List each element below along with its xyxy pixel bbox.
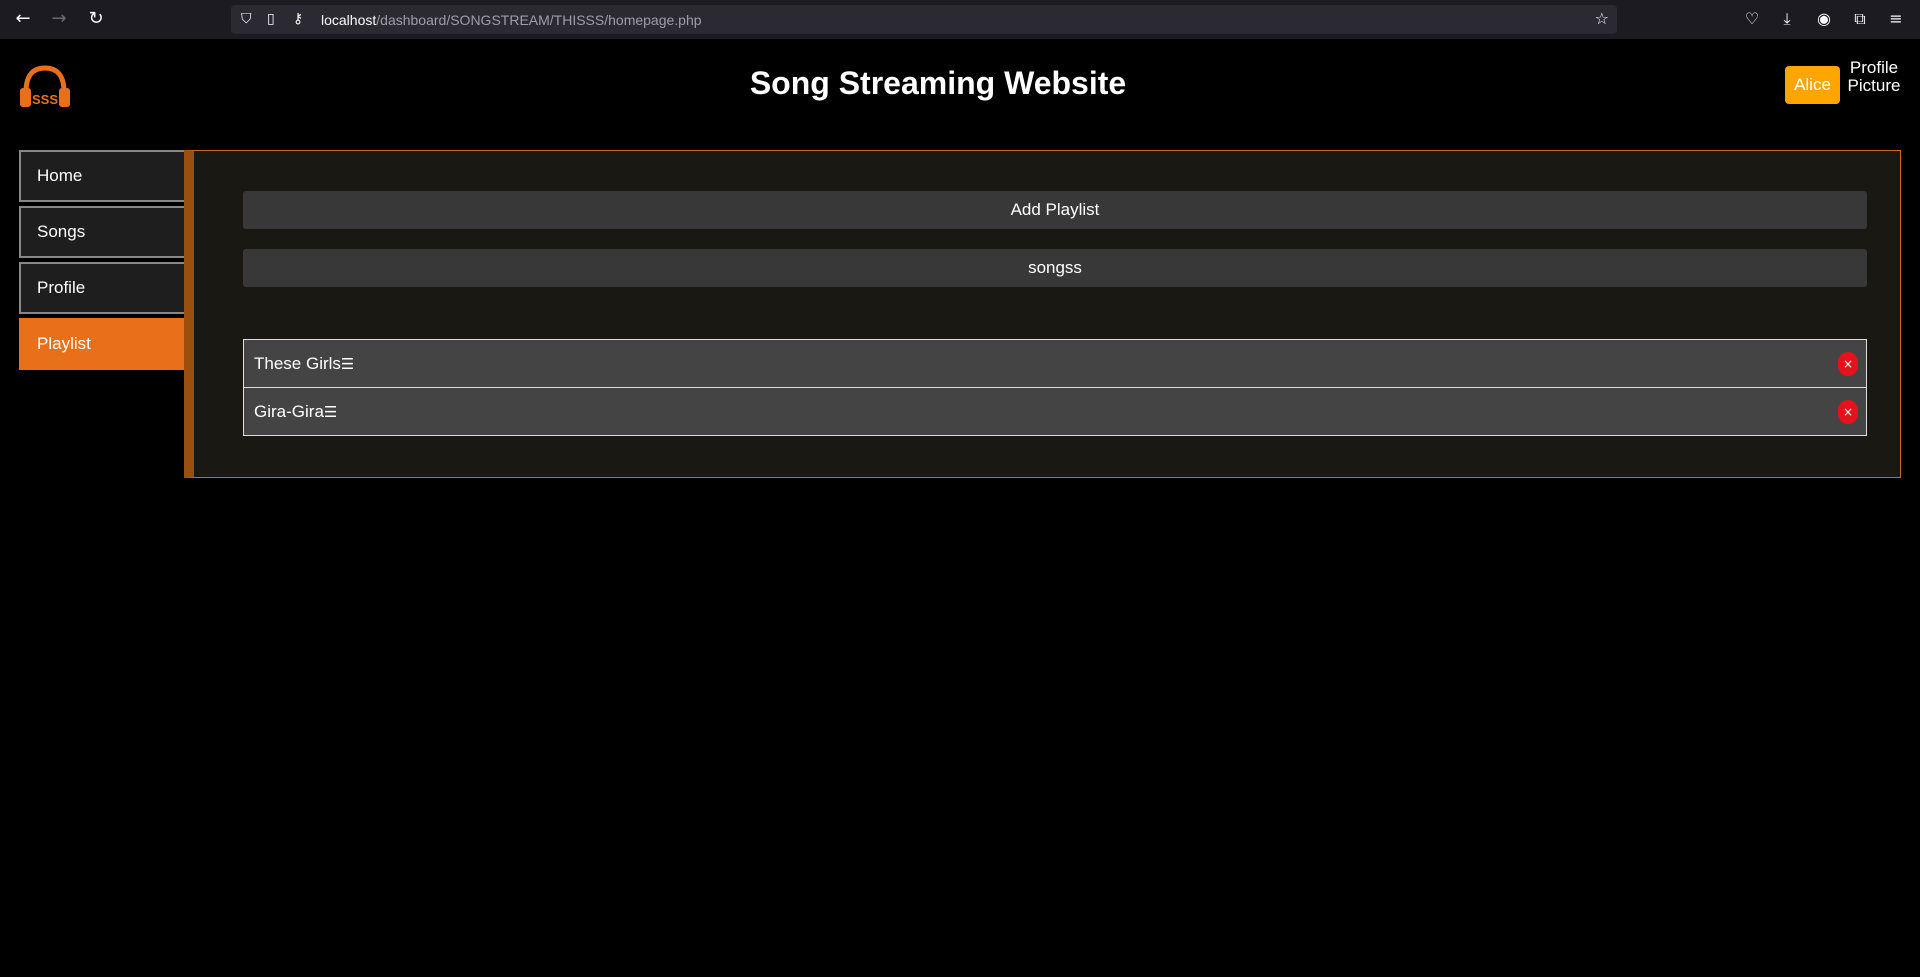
page-title: Song Streaming Website (749, 65, 1127, 101)
song-title: These Girls (254, 354, 341, 373)
user-button[interactable]: Alice (1785, 66, 1840, 104)
add-playlist-button[interactable]: Add Playlist (243, 191, 1867, 229)
sidebar: Home Songs Profile Playlist (19, 150, 185, 374)
download-icon[interactable]: ⤓ (1775, 8, 1799, 30)
key-icon[interactable]: ⚷ (293, 9, 303, 29)
account-icon[interactable]: ◉ (1812, 8, 1836, 30)
playlist-panel: Add Playlist songss These Girls☰ × Gira-… (184, 150, 1901, 478)
url-host: localhost (321, 12, 377, 28)
song-row[interactable]: These Girls☰ × (243, 339, 1867, 388)
pocket-icon[interactable]: ♡ (1740, 8, 1764, 30)
menu-icon[interactable]: ≡ (1884, 8, 1908, 30)
sidebar-item-profile[interactable]: Profile (19, 262, 185, 314)
bookmark-star-icon[interactable]: ☆ (1595, 9, 1609, 28)
extensions-icon[interactable]: ⧉ (1848, 8, 1872, 30)
sidebar-item-home[interactable]: Home (19, 150, 185, 202)
profile-picture[interactable]: Profile Picture (1846, 59, 1902, 99)
remove-song-button[interactable]: × (1838, 400, 1858, 424)
remove-song-button[interactable]: × (1838, 352, 1858, 376)
page-icon: ▯ (267, 11, 275, 27)
drag-handle-icon[interactable]: ☰ (341, 355, 354, 373)
drag-handle-icon[interactable]: ☰ (324, 403, 337, 421)
address-bar[interactable]: ⛉ ▯ ⚷ localhost/dashboard/SONGSTREAM/THI… (231, 5, 1617, 34)
shield-icon[interactable]: ⛉ (241, 9, 252, 29)
song-row[interactable]: Gira-Gira☰ × (243, 387, 1867, 436)
back-icon[interactable]: ← (11, 8, 35, 30)
browser-toolbar: ← → ↻ ⛉ ▯ ⚷ localhost/dashboard/SONGSTRE… (0, 0, 1920, 39)
song-title: Gira-Gira (254, 402, 324, 421)
reload-icon[interactable]: ↻ (84, 8, 108, 30)
url-path: /dashboard/SONGSTREAM/THISSS/homepage.ph… (376, 12, 702, 28)
playlist-item[interactable]: songss (243, 249, 1867, 287)
url-text[interactable]: localhost/dashboard/SONGSTREAM/THISSS/ho… (321, 11, 702, 29)
sidebar-item-songs[interactable]: Songs (19, 206, 185, 258)
forward-icon[interactable]: → (47, 8, 71, 30)
page: SSS Song Streaming Website Alice Profile… (0, 39, 1920, 977)
sidebar-item-playlist[interactable]: Playlist (19, 318, 185, 370)
